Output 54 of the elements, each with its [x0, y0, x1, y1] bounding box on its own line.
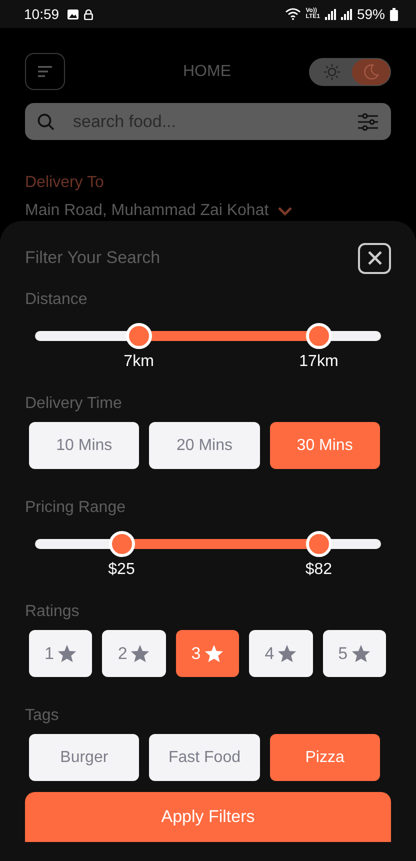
time-option[interactable]: 20 Mins [149, 422, 260, 469]
distance-slider[interactable] [35, 323, 381, 349]
apply-filters-button[interactable]: Apply Filters [25, 792, 391, 842]
theme-toggle[interactable] [309, 58, 391, 86]
star-icon [204, 644, 224, 663]
battery-icon [390, 8, 398, 20]
section-label: Distance [25, 291, 88, 309]
time-option[interactable]: 30 Mins [270, 422, 380, 469]
tag-option[interactable]: Fast Food [149, 734, 260, 781]
rating-option[interactable]: 3 [176, 630, 240, 677]
rating-option[interactable]: 4 [249, 630, 313, 677]
menu-button[interactable] [25, 53, 65, 90]
delivery-address: Main Road, Muhammad Zai Kohat [25, 202, 269, 220]
tag-option[interactable]: Burger [29, 734, 140, 781]
rating-option[interactable]: 1 [29, 630, 92, 677]
slider-value: $25 [108, 561, 135, 579]
section-label: Delivery Time [25, 395, 123, 413]
wifi-icon [284, 8, 301, 20]
section-label: Pricing Range [25, 499, 126, 517]
close-button[interactable] [358, 242, 391, 274]
star-icon [56, 644, 77, 663]
status-time: 10:59 [24, 6, 60, 22]
star-icon [130, 644, 150, 663]
slider-thumb[interactable] [306, 531, 332, 557]
delivery-label: Delivery To [25, 174, 105, 192]
close-icon [366, 250, 382, 266]
page-title: HOME [183, 62, 231, 80]
slider-value: $82 [305, 561, 332, 579]
sun-icon [323, 62, 342, 80]
battery-percent: 59% [356, 6, 385, 22]
time-option[interactable]: 10 Mins [29, 422, 140, 469]
sheet-title: Filter Your Search [25, 248, 160, 268]
moon-icon [362, 62, 380, 80]
section-label: Ratings [25, 603, 80, 621]
price-slider[interactable] [35, 531, 381, 557]
star-icon [277, 644, 298, 663]
slider-value: 7km [124, 353, 154, 371]
moon-option[interactable] [352, 58, 390, 84]
star-icon [350, 644, 371, 663]
signal-icon [324, 8, 336, 20]
filter-icon[interactable] [357, 112, 379, 130]
slider-value: 17km [299, 353, 338, 371]
rating-option[interactable]: 2 [102, 630, 166, 677]
search-icon [37, 112, 55, 130]
slider-thumb[interactable] [126, 323, 152, 349]
lock-icon [84, 8, 94, 20]
image-icon [67, 8, 80, 20]
rating-option[interactable]: 5 [322, 630, 386, 677]
slider-thumb[interactable] [306, 323, 332, 349]
tag-option[interactable]: Pizza [270, 734, 380, 781]
menu-icon [38, 66, 52, 77]
signal-icon [340, 8, 352, 20]
slider-thumb[interactable] [108, 531, 134, 557]
section-label: Tags [25, 707, 60, 725]
